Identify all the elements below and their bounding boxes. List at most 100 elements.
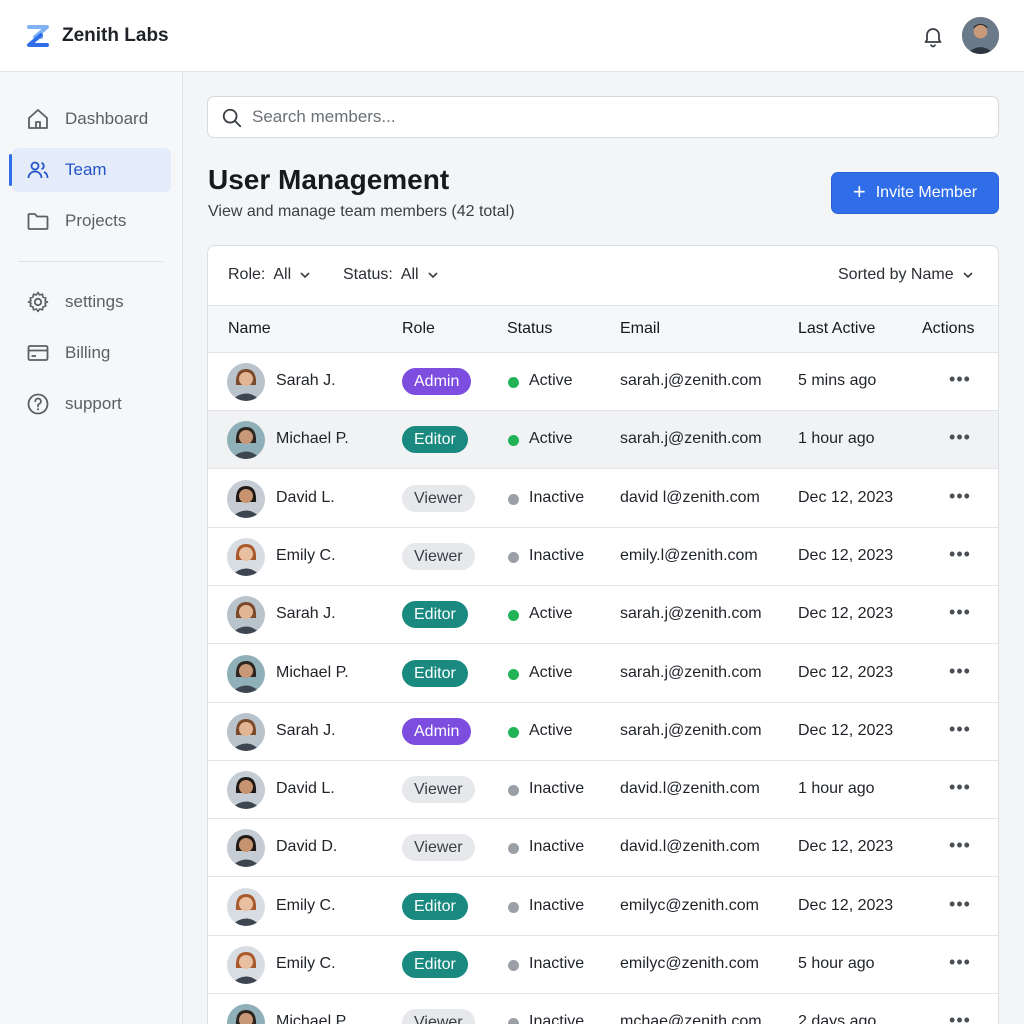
column-header-name[interactable]: Name	[228, 320, 271, 338]
table-row[interactable]: Emily C. Editor Inactive emilyc@zenith.com D…	[208, 877, 998, 936]
more-actions-icon[interactable]: •••	[946, 892, 974, 920]
table-row[interactable]: Emily C. Editor Inactive emilyc@zenith.com 5…	[208, 936, 998, 994]
column-header-actions: Actions	[922, 320, 975, 337]
member-name: Michael P.	[276, 430, 349, 448]
invite-member-button[interactable]: + Invite Member	[831, 172, 999, 214]
member-avatar	[227, 479, 265, 518]
more-actions-icon[interactable]: •••	[946, 1008, 974, 1024]
member-status: Active	[529, 430, 573, 448]
column-header-email[interactable]: Email	[620, 320, 660, 338]
table-row[interactable]: Michael P. Editor Active sarah.j@zenith.com…	[208, 644, 998, 703]
sidebar-item-team[interactable]: Team	[9, 148, 171, 192]
sidebar-item-label: settings	[65, 292, 124, 311]
column-header-status[interactable]: Status	[507, 320, 552, 338]
status-dot	[508, 1018, 519, 1024]
users-icon	[27, 161, 49, 179]
table-row[interactable]: Michael P. Editor Active sarah.j@zenith.com…	[208, 411, 998, 470]
column-header-role[interactable]: Role	[402, 320, 435, 338]
more-actions-icon[interactable]: •••	[946, 950, 974, 978]
member-avatar	[227, 537, 265, 576]
member-status: Active	[529, 721, 573, 739]
bell-icon[interactable]	[921, 24, 945, 48]
more-actions-icon[interactable]: •••	[946, 833, 974, 861]
member-status: Active	[529, 372, 573, 389]
table-row[interactable]: David D. Viewer Inactive david.l@zenith.com…	[208, 819, 998, 878]
brand-name: Zenith Labs	[62, 25, 169, 46]
member-avatar	[227, 654, 265, 693]
member-avatar	[227, 421, 265, 460]
sidebar-item-label: Dashboard	[65, 109, 149, 128]
table-row[interactable]: David L. Viewer Inactive david.l@zenith.com…	[208, 761, 998, 820]
more-actions-icon[interactable]: •••	[946, 367, 974, 395]
sidebar-item-label: support	[65, 394, 122, 413]
status-dot	[508, 843, 519, 855]
member-status: Active	[529, 663, 573, 681]
status-filter[interactable]: Status: All	[343, 266, 439, 284]
status-dot	[508, 785, 519, 797]
role-badge: Viewer	[402, 1009, 475, 1024]
member-name: David D.	[276, 838, 338, 856]
member-status: Inactive	[529, 1013, 585, 1024]
filter-bar: Role: All Status: All Sorted by Name	[208, 246, 998, 306]
role-badge: Viewer	[402, 484, 475, 512]
status-filter-label: Status: All	[343, 266, 419, 283]
sidebar-item-support[interactable]: support	[12, 382, 171, 426]
status-dot	[508, 960, 519, 971]
sidebar-item-projects[interactable]: Projects	[12, 199, 171, 243]
sidebar-item-label: Projects	[65, 211, 127, 230]
member-email: david.l@zenith.com	[620, 780, 760, 798]
column-header-last-active[interactable]: Last Active	[798, 320, 875, 338]
role-filter-label: Role: All	[228, 266, 292, 283]
table-row[interactable]: Emily C. Viewer Inactive emily.l@zenith.com…	[208, 527, 998, 586]
table-row[interactable]: Sarah J. Editor Active sarah.j@zenith.com De…	[208, 586, 998, 645]
sidebar-item-label: Billing	[65, 343, 111, 362]
more-actions-icon[interactable]: •••	[946, 659, 974, 687]
member-name: Emily C.	[276, 546, 336, 564]
user-avatar[interactable]	[962, 17, 999, 54]
member-email: sarah.j@zenith.com	[620, 372, 762, 389]
member-last-active: Dec 12, 2023	[798, 546, 894, 564]
member-email: sarah.j@zenith.com	[620, 605, 762, 623]
member-name: David L.	[276, 488, 335, 506]
member-avatar	[227, 1004, 265, 1024]
folder-icon	[27, 213, 49, 230]
sort-dropdown[interactable]: Sorted by Name	[838, 266, 974, 284]
members-table-card: Role: All Status: All Sorted by Name Nam…	[207, 245, 999, 1024]
sidebar: Dashboard Team Projects settings Billing…	[0, 72, 183, 1024]
table-row[interactable]: Sarah J. Admin Active sarah.j@zenith.com 5 m…	[208, 353, 998, 411]
member-email: sarah.j@zenith.com	[620, 721, 762, 739]
member-email: david l@zenith.com	[620, 488, 760, 506]
search-input[interactable]	[252, 97, 982, 137]
member-avatar	[227, 887, 265, 926]
member-name: Sarah J.	[276, 372, 336, 389]
role-badge: Editor	[402, 951, 468, 978]
more-actions-icon[interactable]: •••	[946, 542, 974, 570]
status-dot	[508, 726, 519, 738]
table-row[interactable]: Sarah J. Admin Active sarah.j@zenith.com Dec…	[208, 702, 998, 761]
member-avatar	[227, 596, 265, 635]
table-row[interactable]: Michael P. Viewer Inactive mchae@zenith.com…	[208, 994, 998, 1024]
status-dot	[508, 493, 519, 505]
more-actions-icon[interactable]: •••	[946, 425, 974, 453]
member-name: Michael P.	[276, 1013, 349, 1024]
more-actions-icon[interactable]: •••	[946, 484, 974, 512]
role-badge: Viewer	[402, 776, 475, 804]
role-filter[interactable]: Role: All	[228, 266, 311, 284]
member-last-active: 5 mins ago	[798, 372, 877, 389]
page-title: User Management	[208, 164, 450, 195]
member-last-active: Dec 12, 2023	[798, 838, 894, 856]
more-actions-icon[interactable]: •••	[946, 600, 974, 628]
home-icon	[28, 109, 48, 129]
more-actions-icon[interactable]: •••	[946, 775, 974, 803]
more-actions-icon[interactable]: •••	[946, 717, 974, 745]
sidebar-item-settings[interactable]: settings	[12, 280, 171, 324]
member-name: Sarah J.	[276, 721, 336, 739]
role-badge: Admin	[402, 368, 472, 395]
role-badge: Editor	[402, 892, 468, 920]
sidebar-item-dashboard[interactable]: Dashboard	[12, 97, 171, 141]
sidebar-item-billing[interactable]: Billing	[12, 331, 171, 375]
help-circle-icon	[27, 393, 49, 415]
member-avatar	[227, 829, 265, 868]
table-row[interactable]: David L. Viewer Inactive david l@zenith.com…	[208, 469, 998, 528]
member-email: emily.l@zenith.com	[620, 546, 758, 564]
